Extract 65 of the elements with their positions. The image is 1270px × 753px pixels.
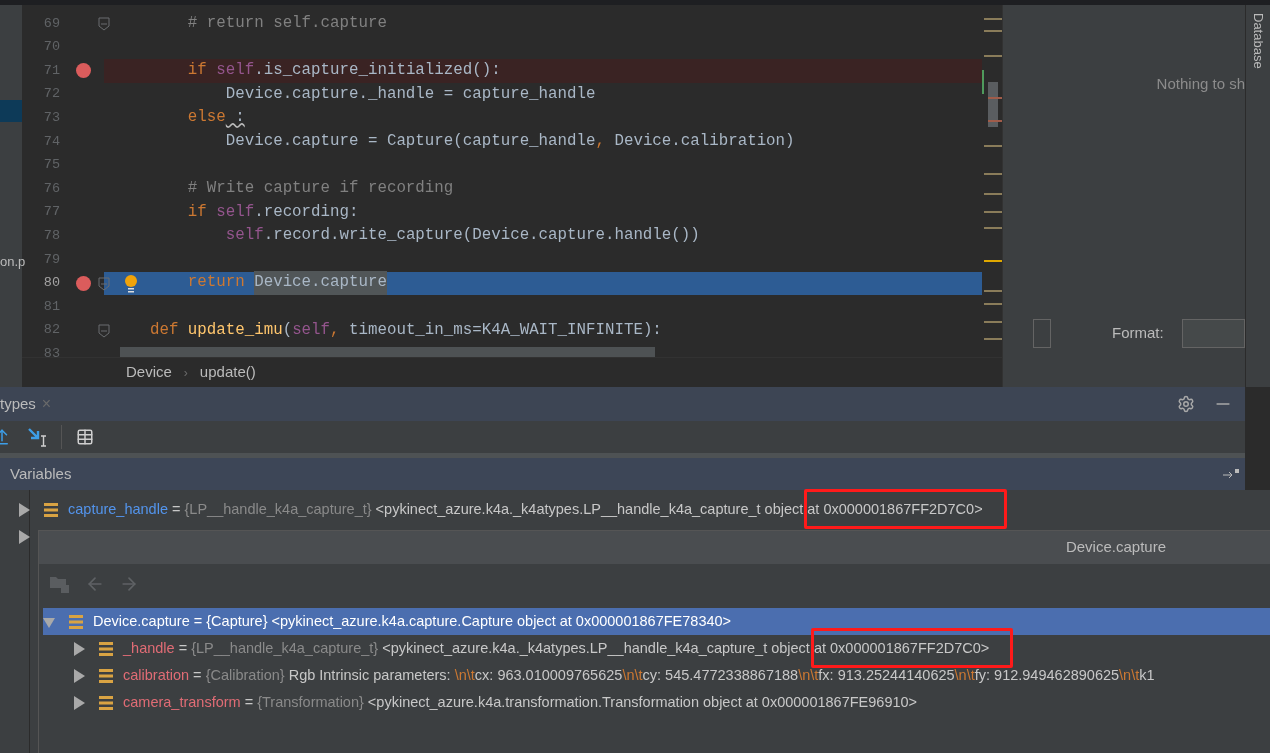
debug-tab[interactable]: types bbox=[0, 392, 36, 416]
variable-row[interactable]: calibration = {Calibration} Rgb Intrinsic parameters: \n\tcx: 963.010009765625\n\tcy: 545.4772338867188\n\tfx: 913.25244140625\n\tfy: 912.949462890625\n\tk1 bbox=[73, 662, 1270, 689]
expand-caret-icon[interactable] bbox=[73, 695, 85, 710]
variable-icon bbox=[99, 667, 113, 684]
line-number: 70 bbox=[42, 38, 61, 57]
variable-text: Device.capture = {Capture} <pykinect_azure.k4a.capture.Capture object at 0x000001867FE78340> bbox=[93, 611, 732, 631]
fold-icon[interactable] bbox=[98, 323, 110, 338]
variable-text: capture_handle = {LP__handle_k4a_capture_t} <pykinect_azure.k4a._k4atypes.LP__handle_k4a_capture_t object at 0x000001867FF2D7C0> bbox=[68, 498, 983, 521]
breakpoint-icon[interactable] bbox=[75, 275, 91, 291]
code-line: Device.capture = Capture(capture_handle, Device.calibration) bbox=[224, 130, 796, 152]
line-number: 83 bbox=[42, 345, 61, 357]
line-number: 81 bbox=[42, 297, 61, 316]
variable-icon bbox=[99, 694, 113, 711]
format-field[interactable] bbox=[1181, 318, 1245, 348]
variable-row[interactable]: _handle = {LP__handle_k4a_capture_t} <pykinect_azure.k4a._k4atypes.LP__handle_k4a_capture_t object at 0x000001867FF2D7C0> bbox=[73, 635, 1270, 662]
popup-title: Device.capture bbox=[1065, 537, 1166, 558]
run-to-cursor-icon[interactable] bbox=[27, 426, 49, 448]
variable-icon bbox=[69, 613, 83, 630]
settings-icon[interactable] bbox=[1177, 395, 1195, 413]
line-number: 72 bbox=[42, 85, 61, 104]
code-line: self.record.write_capture(Device.capture.handle()) bbox=[224, 225, 701, 247]
variable-row[interactable]: capture_handle = {LP__handle_k4a_capture_t} <pykinect_azure.k4a._k4atypes.LP__handle_k4a_capture_t object at 0x000001867FF2D7C0> bbox=[18, 496, 1270, 523]
lightbulb-icon[interactable] bbox=[123, 273, 139, 294]
checkbox[interactable] bbox=[1033, 318, 1051, 348]
expand-caret-icon[interactable] bbox=[73, 641, 85, 656]
code-line: Device.capture._handle = capture_handle bbox=[224, 83, 597, 105]
line-number: 74 bbox=[42, 132, 61, 151]
code-line: # return self.capture bbox=[186, 12, 388, 34]
line-number: 76 bbox=[42, 179, 61, 198]
line-number: 82 bbox=[42, 321, 61, 340]
line-number: 79 bbox=[42, 250, 61, 269]
line-number: 80 bbox=[42, 274, 61, 293]
variable-text: _handle = {LP__handle_k4a_capture_t} <pykinect_azure.k4a._k4atypes.LP__handle_k4a_capture_t object at 0x000001867FF2D7C0> bbox=[123, 637, 990, 660]
variable-icon bbox=[44, 501, 58, 518]
table-icon[interactable] bbox=[76, 428, 94, 446]
code-line: if self.recording: bbox=[186, 201, 360, 223]
line-number: 71 bbox=[42, 61, 61, 80]
variable-row[interactable]: Device.capture = {Capture} <pykinect_azure.k4a.capture.Capture object at 0x000001867FE78340> bbox=[43, 608, 1270, 635]
empty-message: Nothing to sh bbox=[1156, 74, 1245, 94]
variable-row[interactable]: camera_transform = {Transformation} <pykinect_azure.k4a.transformation.Transformation object at 0x000001867FE96910> bbox=[73, 689, 1270, 716]
line-number: 78 bbox=[42, 227, 61, 245]
breakpoint-icon[interactable] bbox=[75, 63, 91, 79]
horizontal-scrollbar[interactable] bbox=[120, 347, 655, 357]
breadcrumb[interactable]: update() bbox=[199, 361, 256, 384]
variable-text: camera_transform = {Transformation} <pykinect_azure.k4a.transformation.Transformation object at 0x000001867FE96910> bbox=[123, 692, 918, 712]
expand-caret-icon[interactable] bbox=[73, 668, 85, 683]
project-file-label[interactable]: on.p bbox=[0, 252, 28, 272]
breadcrumb-separator: › bbox=[183, 364, 188, 382]
code-line: def update_imu(self, timeout_in_ms=K4A_WAIT_INFINITE): bbox=[148, 319, 663, 341]
database-tool-tab[interactable]: Database bbox=[1248, 13, 1268, 69]
line-number: 77 bbox=[42, 203, 61, 222]
variable-text: calibration = {Calibration} Rgb Intrinsic parameters: \n\tcx: 963.010009765625\n\tcy: 545.4772338867188\n\tfx: 913.25244140625\n\tfy: 912.949462890625\n\tk1 bbox=[123, 665, 1155, 685]
line-number: 73 bbox=[42, 109, 61, 128]
line-number: 75 bbox=[42, 156, 61, 175]
line-number: 69 bbox=[42, 14, 61, 33]
fold-icon[interactable] bbox=[98, 17, 110, 31]
code-line: else : bbox=[186, 107, 246, 129]
selected-item-highlight bbox=[0, 100, 22, 122]
variable-icon bbox=[99, 640, 113, 657]
format-label: Format: bbox=[1112, 322, 1164, 343]
pin-icon[interactable] bbox=[1223, 469, 1239, 479]
code-line: # Write capture if recording bbox=[186, 178, 455, 200]
fold-icon[interactable] bbox=[98, 276, 110, 291]
variables-title: Variables bbox=[10, 463, 72, 484]
breadcrumb[interactable]: Device bbox=[126, 361, 172, 384]
